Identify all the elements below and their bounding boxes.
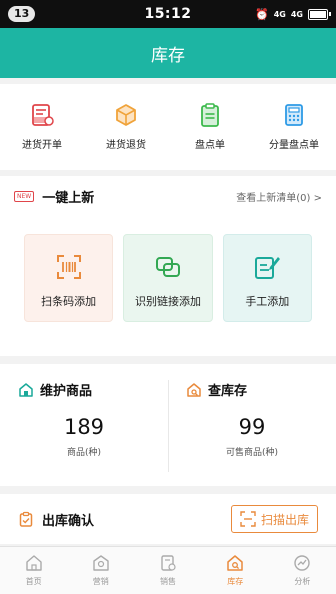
- tab-marketing[interactable]: 营销: [67, 547, 134, 594]
- maintain-products-card[interactable]: 维护商品 189 商品(种): [0, 364, 168, 486]
- purchase-order-icon: [32, 104, 54, 126]
- search-warehouse-icon: [187, 382, 201, 397]
- maintain-products-count: 189: [63, 415, 105, 439]
- calculator-icon: [285, 104, 303, 126]
- clipboard-check-icon: [19, 511, 33, 527]
- tab-label: 库存: [227, 577, 244, 586]
- card-label: 识别链接添加: [134, 295, 201, 308]
- status-time: 15:12: [144, 6, 192, 22]
- check-inventory-card[interactable]: 查库存 99 可售商品(种): [168, 364, 336, 486]
- home-icon: [25, 555, 42, 571]
- quick-action-label: 盘点单: [195, 140, 225, 151]
- new-listing-title: 一键上新: [42, 190, 95, 206]
- scan-outbound-button[interactable]: 扫描出库: [230, 505, 318, 533]
- home-goods-icon: [19, 382, 33, 397]
- link-icon: [155, 257, 180, 277]
- page-header: 库存: [0, 28, 336, 78]
- manual-add-button[interactable]: 手工添加: [222, 234, 312, 322]
- quick-action-purchase-return[interactable]: 进货退货: [84, 84, 168, 170]
- new-listing-header: NEW 一键上新 查看上新清单(0) >: [0, 176, 336, 216]
- quick-action-label: 进货开单: [22, 140, 62, 151]
- tab-label: 销售: [160, 577, 176, 586]
- sales-icon: [161, 555, 176, 571]
- battery-icon: [308, 8, 331, 20]
- quick-action-stocktake[interactable]: 盘点单: [168, 84, 252, 170]
- quick-actions: 进货开单 进货退货 盘点单 分量盘点单: [0, 84, 336, 170]
- tab-sales[interactable]: 销售: [134, 547, 201, 594]
- new-listing-section: NEW 一键上新 查看上新清单(0) > 扫条码添加 识别链接添加 手工添加: [0, 176, 336, 356]
- tab-home[interactable]: 首页: [0, 547, 67, 594]
- outbound-confirm-title: 出库确认: [42, 513, 95, 529]
- stats-section: 维护商品 189 商品(种) 查库存 99 可售商品(种): [0, 364, 336, 486]
- new-listing-cards: 扫条码添加 识别链接添加 手工添加: [0, 216, 336, 322]
- maintain-products-title: 维护商品: [40, 384, 93, 399]
- maintain-products-sub: 商品(种): [66, 448, 102, 458]
- card-label: 扫条码添加: [41, 295, 97, 308]
- analysis-icon: [294, 555, 311, 571]
- status-bar: 13 15:12 ⏰ 4G 4G: [0, 0, 336, 28]
- quick-action-purchase-order[interactable]: 进货开单: [0, 84, 84, 170]
- tab-analysis[interactable]: 分析: [269, 547, 336, 594]
- outbound-confirm-section: 出库确认 扫描出库: [0, 494, 336, 544]
- tab-label: 营销: [92, 577, 109, 586]
- bottom-tab-bar: 首页 营销 销售 库存 分析: [0, 546, 336, 594]
- page-title: 库存: [151, 45, 185, 66]
- sellable-products-count: 99: [238, 415, 266, 439]
- link-recognize-add-button[interactable]: 识别链接添加: [123, 234, 213, 322]
- inventory-icon: [227, 555, 243, 571]
- scan-barcode-icon: [56, 255, 81, 279]
- check-inventory-header: 查库存: [186, 380, 336, 399]
- quick-action-label: 进货退货: [106, 140, 146, 151]
- sellable-products-sub: 可售商品(种): [225, 448, 279, 458]
- new-badge: NEW: [14, 190, 35, 202]
- box-icon: [116, 104, 136, 126]
- maintain-products-header: 维护商品: [18, 380, 168, 399]
- marketing-icon: [93, 555, 109, 571]
- clipboard-icon: [201, 103, 219, 127]
- edit-icon: [255, 257, 281, 279]
- tab-inventory[interactable]: 库存: [202, 547, 269, 594]
- scan-icon: [240, 511, 256, 527]
- check-inventory-title: 查库存: [208, 384, 248, 399]
- quick-action-label: 分量盘点单: [269, 140, 319, 151]
- quick-action-weighed-stocktake[interactable]: 分量盘点单: [252, 84, 336, 170]
- scan-barcode-add-button[interactable]: 扫条码添加: [24, 234, 114, 322]
- card-label: 手工添加: [245, 295, 290, 308]
- tab-label: 分析: [294, 577, 311, 586]
- tab-label: 首页: [25, 577, 42, 586]
- scan-outbound-label: 扫描出库: [260, 512, 309, 527]
- view-new-list-link[interactable]: 查看上新清单(0) >: [236, 189, 322, 204]
